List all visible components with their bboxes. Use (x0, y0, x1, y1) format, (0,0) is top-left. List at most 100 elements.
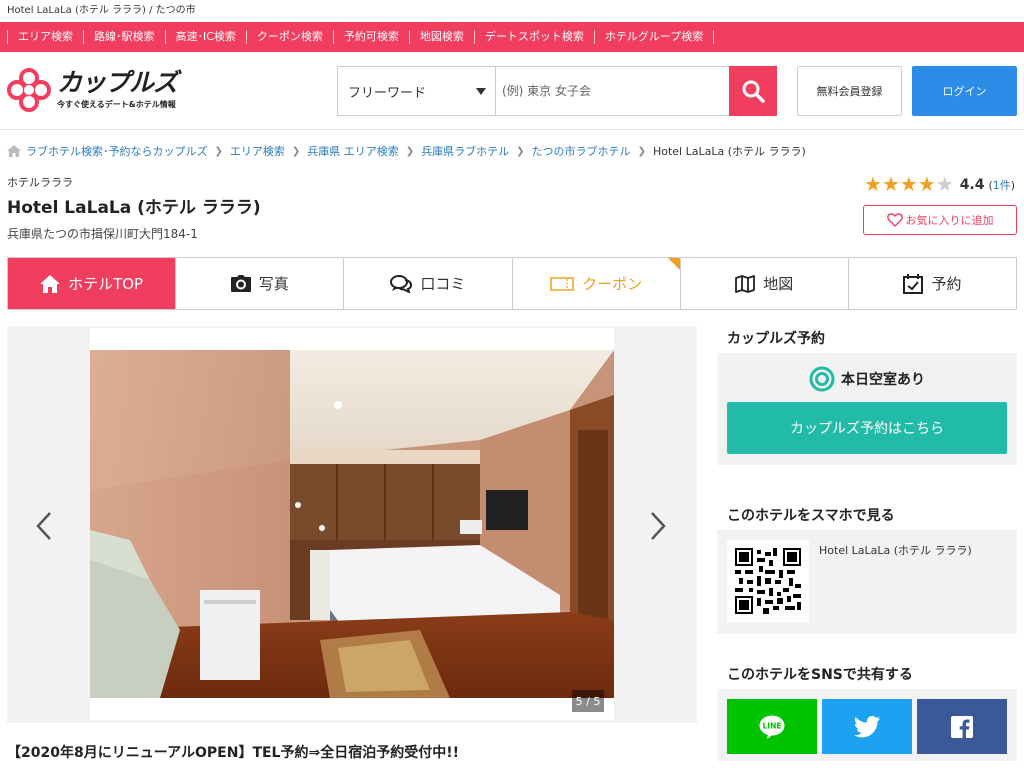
gallery-next-button[interactable] (643, 506, 673, 546)
register-button[interactable]: 無料会員登録 (797, 66, 902, 116)
room-photo[interactable] (90, 350, 614, 698)
calendar-icon (903, 273, 924, 294)
twitter-icon (853, 715, 881, 737)
tab-coupon[interactable]: クーポン (512, 258, 681, 309)
dropdown-triangle-icon (476, 88, 486, 95)
search-type-value: フリーワード (348, 85, 427, 101)
share-line-button[interactable]: LINE (727, 699, 817, 754)
chevron-right-icon (651, 512, 666, 540)
smartphone-box: Hotel LaLaLa (ホテル ラララ) (717, 530, 1017, 634)
nav-datespot-search[interactable]: デートスポット検索 (473, 30, 594, 44)
hotel-rating: ★★★★★ 4.4 (1件) (864, 174, 1015, 195)
svg-text:LINE: LINE (763, 721, 782, 730)
search-type-select[interactable]: フリーワード (338, 67, 496, 115)
sns-heading: このホテルをSNSで共有する (717, 662, 1017, 689)
qr-code (727, 540, 809, 622)
tab-label: 写真 (258, 275, 289, 293)
add-favorite-label: お気に入りに追加 (905, 214, 994, 227)
site-logo[interactable]: カップルズ 今すぐ使えるデート&ホテル情報 (7, 68, 187, 114)
hotel-description-heading: 【2020年8月にリニューアルOPEN】TEL予約⇒全日宿泊予約受付中!! (7, 745, 459, 761)
rating-score: 4.4 (959, 176, 985, 193)
tab-reservation[interactable]: 予約 (848, 258, 1017, 309)
page-title-line: Hotel LaLaLa (ホテル ラララ) / たつの市 (7, 5, 196, 16)
tab-label: 口コミ (420, 275, 466, 293)
breadcrumb-link-prefecture-area[interactable]: 兵庫県 エリア検索 (307, 143, 399, 159)
search-bar: フリーワード (337, 66, 777, 116)
new-corner-badge (667, 258, 680, 270)
star-icon: ★ (881, 172, 900, 196)
facebook-icon (951, 715, 973, 738)
star-icon: ★ (917, 172, 936, 196)
tab-label: クーポン (582, 275, 643, 293)
photo-counter: 5 / 5 (572, 690, 604, 712)
star-icon: ★ (864, 172, 882, 196)
photo-frame: 5 / 5 (90, 328, 614, 720)
breadcrumb-separator-icon: ❯ (516, 145, 525, 157)
heart-icon (886, 213, 903, 227)
breadcrumb-current: Hotel LaLaLa (ホテル ラララ) (652, 145, 806, 158)
top-nav: エリア検索 路線･駅検索 高速･IC検索 クーポン検索 予約可検索 地図検索 デ… (0, 22, 1024, 52)
hotel-name: Hotel LaLaLa (ホテル ラララ) (7, 198, 261, 218)
search-icon (742, 80, 765, 103)
breadcrumb-link-top[interactable]: ラブホテル検索･予約ならカップルズ (26, 143, 208, 159)
hotel-address: 兵庫県たつの市揖保川町大門184-1 (7, 227, 198, 241)
breadcrumb-link-city-hotels[interactable]: たつの市ラブホテル (532, 143, 631, 159)
vacancy-status: 本日空室あり (717, 366, 1017, 392)
vacancy-label: 本日空室あり (841, 372, 925, 388)
photo-gallery: 5 / 5 (7, 326, 697, 723)
search-input[interactable] (496, 67, 729, 115)
review-count-link[interactable]: 1件 (993, 179, 1011, 192)
breadcrumb: ラブホテル検索･予約ならカップルズ ❯ エリア検索 ❯ 兵庫県 エリア検索 ❯ … (7, 143, 806, 159)
tab-map[interactable]: 地図 (680, 258, 849, 309)
rating-stars: ★★★★★ (864, 174, 954, 195)
breadcrumb-separator-icon: ❯ (405, 145, 415, 157)
nav-reservable-search[interactable]: 予約可検索 (332, 30, 409, 44)
chevron-left-icon (36, 512, 51, 540)
breadcrumb-separator-icon: ❯ (214, 145, 223, 157)
smartphone-hotel-name: Hotel LaLaLa (ホテル ラララ) (819, 544, 972, 557)
tab-photos[interactable]: 写真 (176, 258, 345, 309)
logo-tagline: 今すぐ使えるデート&ホテル情報 (57, 100, 176, 109)
camera-icon (230, 275, 251, 292)
map-icon (735, 274, 756, 293)
star-empty-icon: ★ (935, 172, 954, 196)
room-photo-illustration (90, 350, 614, 698)
breadcrumb-separator-icon: ❯ (637, 145, 646, 157)
breadcrumb-separator-icon: ❯ (291, 145, 301, 157)
tab-reviews[interactable]: 口コミ (344, 258, 513, 309)
gallery-prev-button[interactable] (29, 506, 59, 546)
tab-hotel-top[interactable]: ホテルTOP (8, 258, 177, 309)
nav-area-search[interactable]: エリア検索 (7, 30, 83, 44)
login-button[interactable]: ログイン (912, 66, 1017, 116)
share-facebook-button[interactable] (917, 699, 1007, 754)
breadcrumb-link-prefecture-hotels[interactable]: 兵庫県ラブホテル (421, 143, 509, 159)
tab-label: ホテルTOP (68, 275, 144, 293)
nav-highway-search[interactable]: 高速･IC検索 (164, 30, 246, 44)
booking-box: 本日空室あり カップルズ予約はこちら (717, 353, 1017, 465)
sns-box: LINE (717, 689, 1017, 761)
flower-logo-icon (7, 68, 51, 112)
search-button[interactable] (729, 66, 777, 116)
tab-label: 地図 (763, 275, 794, 293)
review-count: (1件) (989, 177, 1016, 193)
share-twitter-button[interactable] (822, 699, 912, 754)
ticket-icon (550, 276, 574, 291)
star-icon: ★ (899, 172, 918, 196)
nav-map-search[interactable]: 地図検索 (408, 30, 474, 44)
tab-label: 予約 (931, 275, 962, 293)
circle-vacancy-icon (809, 366, 835, 392)
smartphone-heading: このホテルをスマホで見る (717, 503, 1017, 530)
hotel-tabs: ホテルTOP 写真 口コミ クーポン 地図 予約 (7, 257, 1017, 310)
nav-hotelgroup-search[interactable]: ホテルグループ検索 (593, 30, 715, 44)
chat-icon (390, 274, 413, 293)
breadcrumb-link-area[interactable]: エリア検索 (230, 143, 285, 159)
review-count-close: ) (1010, 178, 1016, 192)
nav-station-search[interactable]: 路線･駅検索 (83, 30, 165, 44)
site-header: カップルズ 今すぐ使えるデート&ホテル情報 フリーワード 無料会員登録 ログイン (0, 52, 1024, 130)
qr-code-icon (735, 548, 801, 614)
nav-coupon-search[interactable]: クーポン検索 (245, 30, 333, 44)
line-icon: LINE (759, 715, 785, 739)
home-icon (7, 145, 21, 157)
add-favorite-button[interactable]: お気に入りに追加 (863, 205, 1017, 235)
couples-booking-button[interactable]: カップルズ予約はこちら (727, 402, 1007, 454)
